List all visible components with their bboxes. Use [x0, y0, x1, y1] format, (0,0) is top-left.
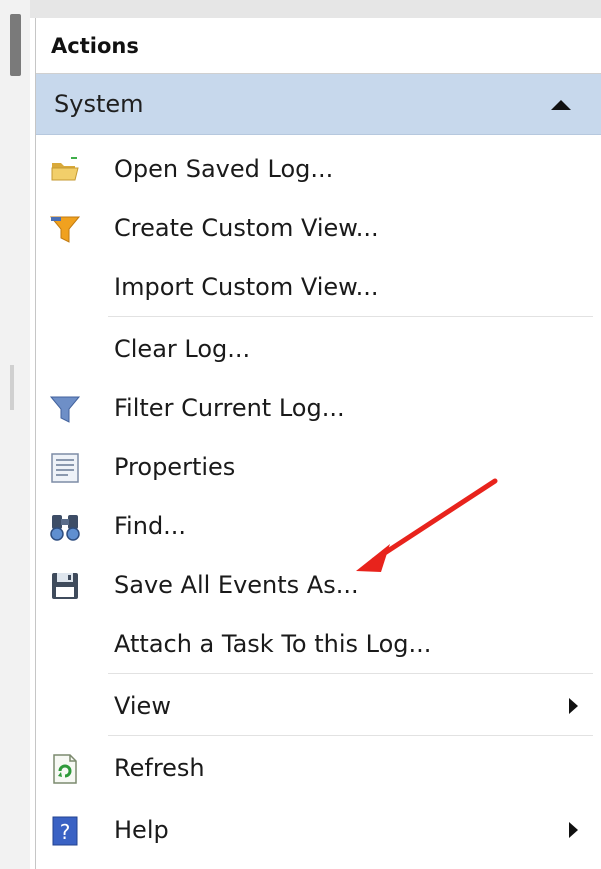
refresh-icon	[49, 753, 81, 785]
action-create-custom-view[interactable]: Create Custom View...	[36, 199, 601, 257]
scrollbar-thumb[interactable]	[10, 14, 21, 76]
action-label: Create Custom View...	[114, 214, 379, 242]
help-icon: ?	[49, 815, 81, 847]
action-open-saved-log[interactable]: Open Saved Log...	[36, 140, 601, 198]
binoculars-icon	[49, 511, 81, 543]
action-label: Help	[114, 816, 169, 844]
action-label: Attach a Task To this Log...	[114, 630, 432, 658]
menu-separator	[108, 673, 593, 674]
filter-icon	[49, 393, 81, 425]
submenu-arrow-icon	[569, 822, 578, 838]
properties-icon	[49, 452, 81, 484]
action-help[interactable]: ? Help	[36, 801, 601, 859]
action-label: Import Custom View...	[114, 273, 379, 301]
action-view[interactable]: View	[36, 677, 601, 735]
action-label: Filter Current Log...	[114, 394, 345, 422]
action-label: View	[114, 692, 171, 720]
filter-funnel-icon	[49, 213, 81, 245]
actions-pane-title: Actions	[36, 18, 601, 74]
action-find[interactable]: Find...	[36, 497, 601, 555]
action-save-all-events-as[interactable]: Save All Events As...	[36, 556, 601, 614]
splitter-grip[interactable]	[10, 365, 14, 410]
action-label: Properties	[114, 453, 236, 481]
action-refresh[interactable]: Refresh	[36, 739, 601, 797]
svg-text:?: ?	[60, 820, 71, 844]
menu-separator	[108, 316, 593, 317]
action-label: Find...	[114, 512, 187, 540]
left-pane-edge	[0, 0, 30, 869]
menu-separator	[108, 735, 593, 736]
save-disk-icon	[49, 570, 81, 602]
actions-title-text: Actions	[51, 33, 139, 58]
collapse-up-arrow-icon[interactable]	[551, 100, 571, 110]
action-properties[interactable]: Properties	[36, 438, 601, 496]
action-label: Clear Log...	[114, 335, 251, 363]
top-border	[0, 0, 601, 18]
action-label: Save All Events As...	[114, 571, 359, 599]
action-clear-log[interactable]: Clear Log...	[36, 320, 601, 378]
action-label: Refresh	[114, 754, 205, 782]
action-label: Open Saved Log...	[114, 155, 334, 183]
section-header-system[interactable]: System	[36, 74, 601, 135]
action-import-custom-view[interactable]: Import Custom View...	[36, 258, 601, 316]
section-title: System	[54, 90, 144, 118]
submenu-arrow-icon	[569, 698, 578, 714]
action-attach-task[interactable]: Attach a Task To this Log...	[36, 615, 601, 673]
action-filter-current-log[interactable]: Filter Current Log...	[36, 379, 601, 437]
open-folder-icon	[49, 154, 81, 186]
actions-pane: Actions System Open Saved Log... Create …	[35, 18, 601, 869]
